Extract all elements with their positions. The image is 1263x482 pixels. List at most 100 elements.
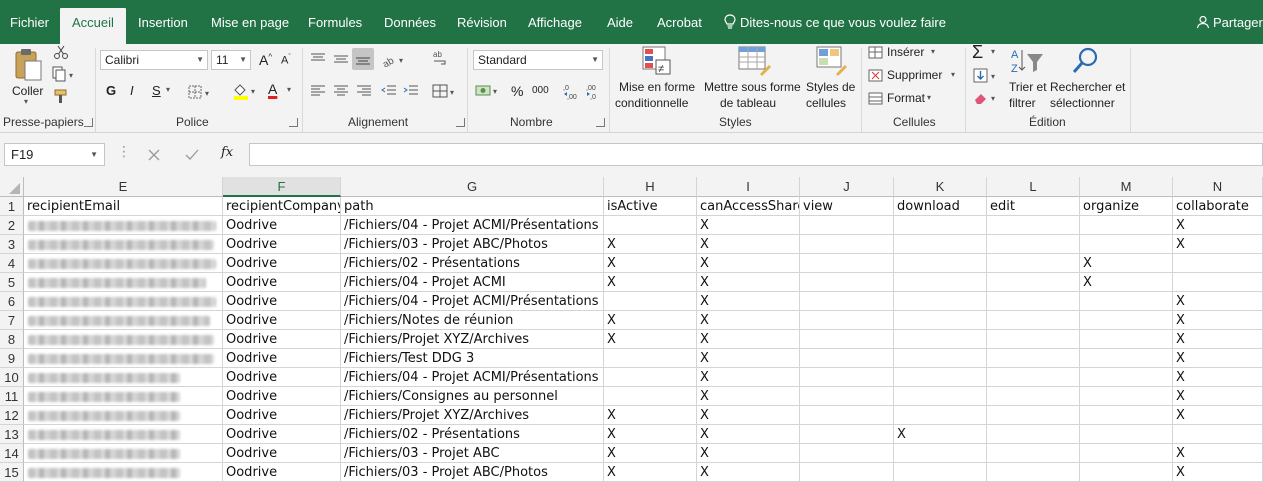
table-cell[interactable]: X: [604, 330, 697, 349]
align-bottom-button[interactable]: [352, 48, 374, 70]
table-cell[interactable]: X: [697, 387, 800, 406]
paste-dropdown-icon[interactable]: ▾: [24, 97, 28, 106]
borders-icon[interactable]: ▾: [188, 85, 214, 99]
table-cell[interactable]: X: [697, 235, 800, 254]
table-cell[interactable]: X: [604, 235, 697, 254]
table-cell[interactable]: [894, 463, 987, 482]
table-cell[interactable]: [1173, 273, 1263, 292]
number-format-combo[interactable]: Standard ▼: [473, 50, 603, 70]
table-cell[interactable]: [894, 368, 987, 387]
table-cell[interactable]: [1080, 330, 1173, 349]
row-header[interactable]: 15: [0, 463, 24, 482]
table-cell[interactable]: [24, 349, 223, 368]
table-cell[interactable]: X: [604, 463, 697, 482]
table-cell[interactable]: /Fichiers/03 - Projet ABC/Photos: [341, 463, 604, 482]
table-cell[interactable]: [800, 235, 894, 254]
table-cell[interactable]: [800, 425, 894, 444]
table-cell[interactable]: /Fichiers/Projet XYZ/Archives: [341, 330, 604, 349]
header-cell[interactable]: view: [800, 197, 894, 216]
table-cell[interactable]: [894, 235, 987, 254]
table-cell[interactable]: [1173, 254, 1263, 273]
currency-icon[interactable]: ▾: [474, 82, 502, 100]
table-cell[interactable]: Oodrive: [223, 444, 341, 463]
table-cell[interactable]: X: [1173, 330, 1263, 349]
table-cell[interactable]: [894, 292, 987, 311]
table-cell[interactable]: Oodrive: [223, 406, 341, 425]
table-cell[interactable]: [987, 387, 1080, 406]
alignment-launcher-icon[interactable]: [456, 118, 465, 127]
tab-affichage[interactable]: Affichage: [528, 8, 582, 37]
tab-acrobat[interactable]: Acrobat: [657, 8, 702, 37]
font-size-combo[interactable]: 11 ▼: [211, 50, 251, 70]
table-cell[interactable]: [987, 330, 1080, 349]
table-cell[interactable]: [1080, 216, 1173, 235]
chevron-down-icon[interactable]: ▾: [991, 47, 995, 56]
table-cell[interactable]: [24, 425, 223, 444]
table-cell[interactable]: [1080, 406, 1173, 425]
table-cell[interactable]: [800, 292, 894, 311]
autosum-icon[interactable]: Σ: [972, 42, 983, 63]
table-cell[interactable]: [604, 368, 697, 387]
increase-indent-icon[interactable]: [403, 84, 419, 98]
table-cell[interactable]: [604, 349, 697, 368]
column-header-n[interactable]: N: [1173, 177, 1263, 197]
paste-button[interactable]: Coller ▾: [8, 46, 48, 110]
align-middle-icon[interactable]: [333, 52, 349, 66]
column-header-k[interactable]: K: [894, 177, 987, 197]
tab-fichier[interactable]: Fichier: [10, 8, 49, 37]
cancel-icon[interactable]: [147, 148, 161, 162]
table-cell[interactable]: /Fichiers/03 - Projet ABC/Photos: [341, 235, 604, 254]
percent-button[interactable]: %: [511, 83, 523, 99]
tab-insertion[interactable]: Insertion: [138, 8, 188, 37]
table-cell[interactable]: Oodrive: [223, 463, 341, 482]
table-cell[interactable]: X: [697, 406, 800, 425]
row-header[interactable]: 10: [0, 368, 24, 387]
table-cell[interactable]: [24, 387, 223, 406]
table-cell[interactable]: Oodrive: [223, 368, 341, 387]
row-header[interactable]: 6: [0, 292, 24, 311]
table-cell[interactable]: [604, 387, 697, 406]
table-cell[interactable]: [987, 406, 1080, 425]
table-cell[interactable]: [800, 349, 894, 368]
table-cell[interactable]: Oodrive: [223, 216, 341, 235]
table-cell[interactable]: X: [697, 292, 800, 311]
row-header[interactable]: 12: [0, 406, 24, 425]
table-cell[interactable]: [24, 216, 223, 235]
header-cell[interactable]: canAccessShare: [697, 197, 800, 216]
underline-button[interactable]: S: [152, 83, 161, 98]
table-cell[interactable]: [24, 330, 223, 349]
table-cell[interactable]: /Fichiers/04 - Projet ACMI/Présentations: [341, 216, 604, 235]
table-cell[interactable]: /Fichiers/Notes de réunion: [341, 311, 604, 330]
font-name-combo[interactable]: Calibri ▼: [100, 50, 208, 70]
table-cell[interactable]: [894, 311, 987, 330]
row-header[interactable]: 3: [0, 235, 24, 254]
table-cell[interactable]: /Fichiers/Projet XYZ/Archives: [341, 406, 604, 425]
table-cell[interactable]: [894, 406, 987, 425]
table-cell[interactable]: Oodrive: [223, 235, 341, 254]
table-cell[interactable]: [987, 273, 1080, 292]
table-cell[interactable]: X: [1173, 387, 1263, 406]
cut-icon[interactable]: [53, 44, 69, 60]
table-cell[interactable]: [800, 254, 894, 273]
insert-cells-button[interactable]: Insérer ▾: [867, 44, 957, 62]
fill-down-icon[interactable]: ▾: [973, 68, 1001, 84]
table-cell[interactable]: [894, 349, 987, 368]
row-header[interactable]: 2: [0, 216, 24, 235]
table-cell[interactable]: [1080, 349, 1173, 368]
tell-me-box[interactable]: Dites-nous ce que vous voulez faire: [724, 8, 946, 37]
table-cell[interactable]: [1080, 235, 1173, 254]
table-cell[interactable]: /Fichiers/02 - Présentations: [341, 425, 604, 444]
table-cell[interactable]: X: [697, 425, 800, 444]
row-header[interactable]: 14: [0, 444, 24, 463]
copy-icon[interactable]: ▾: [52, 66, 76, 82]
table-cell[interactable]: [1173, 425, 1263, 444]
table-cell[interactable]: [1080, 425, 1173, 444]
table-cell[interactable]: X: [1173, 311, 1263, 330]
table-cell[interactable]: [800, 463, 894, 482]
tab-donnees[interactable]: Données: [384, 8, 436, 37]
row-header[interactable]: 1: [0, 197, 24, 216]
row-header[interactable]: 5: [0, 273, 24, 292]
italic-button[interactable]: I: [130, 83, 134, 98]
table-cell[interactable]: [1080, 311, 1173, 330]
table-cell[interactable]: [604, 292, 697, 311]
